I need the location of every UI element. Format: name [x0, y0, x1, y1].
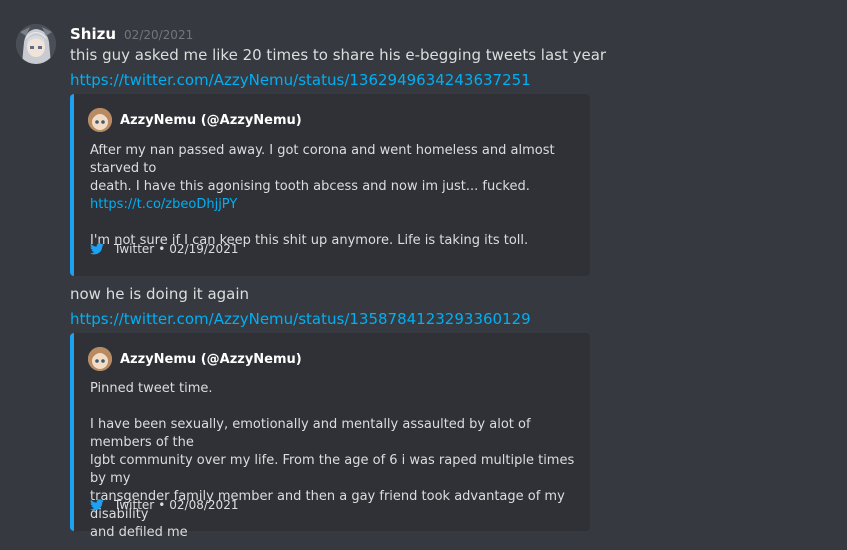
anime-face-icon: [88, 108, 112, 132]
embed-footer-date: 02/19/2021: [169, 242, 239, 256]
chat-message-area: Shizu 02/20/2021 this guy asked me like …: [0, 0, 847, 550]
message-timestamp: 02/20/2021: [124, 28, 194, 42]
embed-author-avatar[interactable]: [88, 347, 112, 371]
embed-description: Pinned tweet time. I have been sexually,…: [90, 380, 580, 542]
embed-author: AzzyNemu (@AzzyNemu): [88, 108, 302, 132]
twitter-bird-icon: [90, 243, 104, 255]
message-text: this guy asked me like 20 times to share…: [70, 46, 607, 64]
message-link[interactable]: https://twitter.com/AzzyNemu/status/1362…: [70, 71, 531, 89]
embed-footer: Twitter • 02/19/2021: [90, 242, 238, 256]
embed-text-line: death. I have this agonising tooth abces…: [90, 179, 530, 194]
embed-footer-separator: •: [158, 242, 166, 256]
embed-description: After my nan passed away. I got corona a…: [90, 142, 580, 250]
embed-text-line: I have been sexually, emotionally and me…: [90, 417, 531, 450]
anime-avatar-icon: [16, 24, 56, 64]
embed-author-name[interactable]: AzzyNemu (@AzzyNemu): [120, 113, 302, 128]
message-link[interactable]: https://twitter.com/AzzyNemu/status/1358…: [70, 310, 531, 328]
tweet-embed: AzzyNemu (@AzzyNemu) Pinned tweet time. …: [70, 333, 590, 540]
embed-footer-source: Twitter: [114, 242, 155, 256]
embed-footer: Twitter • 02/08/2021: [90, 498, 238, 512]
tweet-embed: AzzyNemu (@AzzyNemu) After my nan passed…: [70, 94, 590, 276]
embed-text-line: and defiled me: [90, 525, 188, 540]
embed-footer-source: Twitter: [114, 498, 155, 512]
username[interactable]: Shizu: [70, 25, 116, 43]
twitter-bird-icon: [90, 499, 104, 511]
embed-text-line: After my nan passed away. I got corona a…: [90, 143, 555, 176]
embed-author-avatar[interactable]: [88, 108, 112, 132]
embed-author-name[interactable]: AzzyNemu (@AzzyNemu): [120, 352, 302, 367]
user-avatar[interactable]: [16, 24, 56, 64]
embed-footer-separator: •: [158, 498, 166, 512]
message-header: Shizu 02/20/2021: [70, 25, 193, 43]
embed-text-paragraph: Pinned tweet time.: [90, 381, 213, 396]
embed-link[interactable]: https://t.co/zbeoDhjjPY: [90, 197, 237, 212]
anime-face-icon: [88, 347, 112, 371]
embed-footer-date: 02/08/2021: [169, 498, 239, 512]
embed-text-line: lgbt community over my life. From the ag…: [90, 453, 575, 486]
embed-author: AzzyNemu (@AzzyNemu): [88, 347, 302, 371]
message-text: now he is doing it again: [70, 285, 250, 303]
